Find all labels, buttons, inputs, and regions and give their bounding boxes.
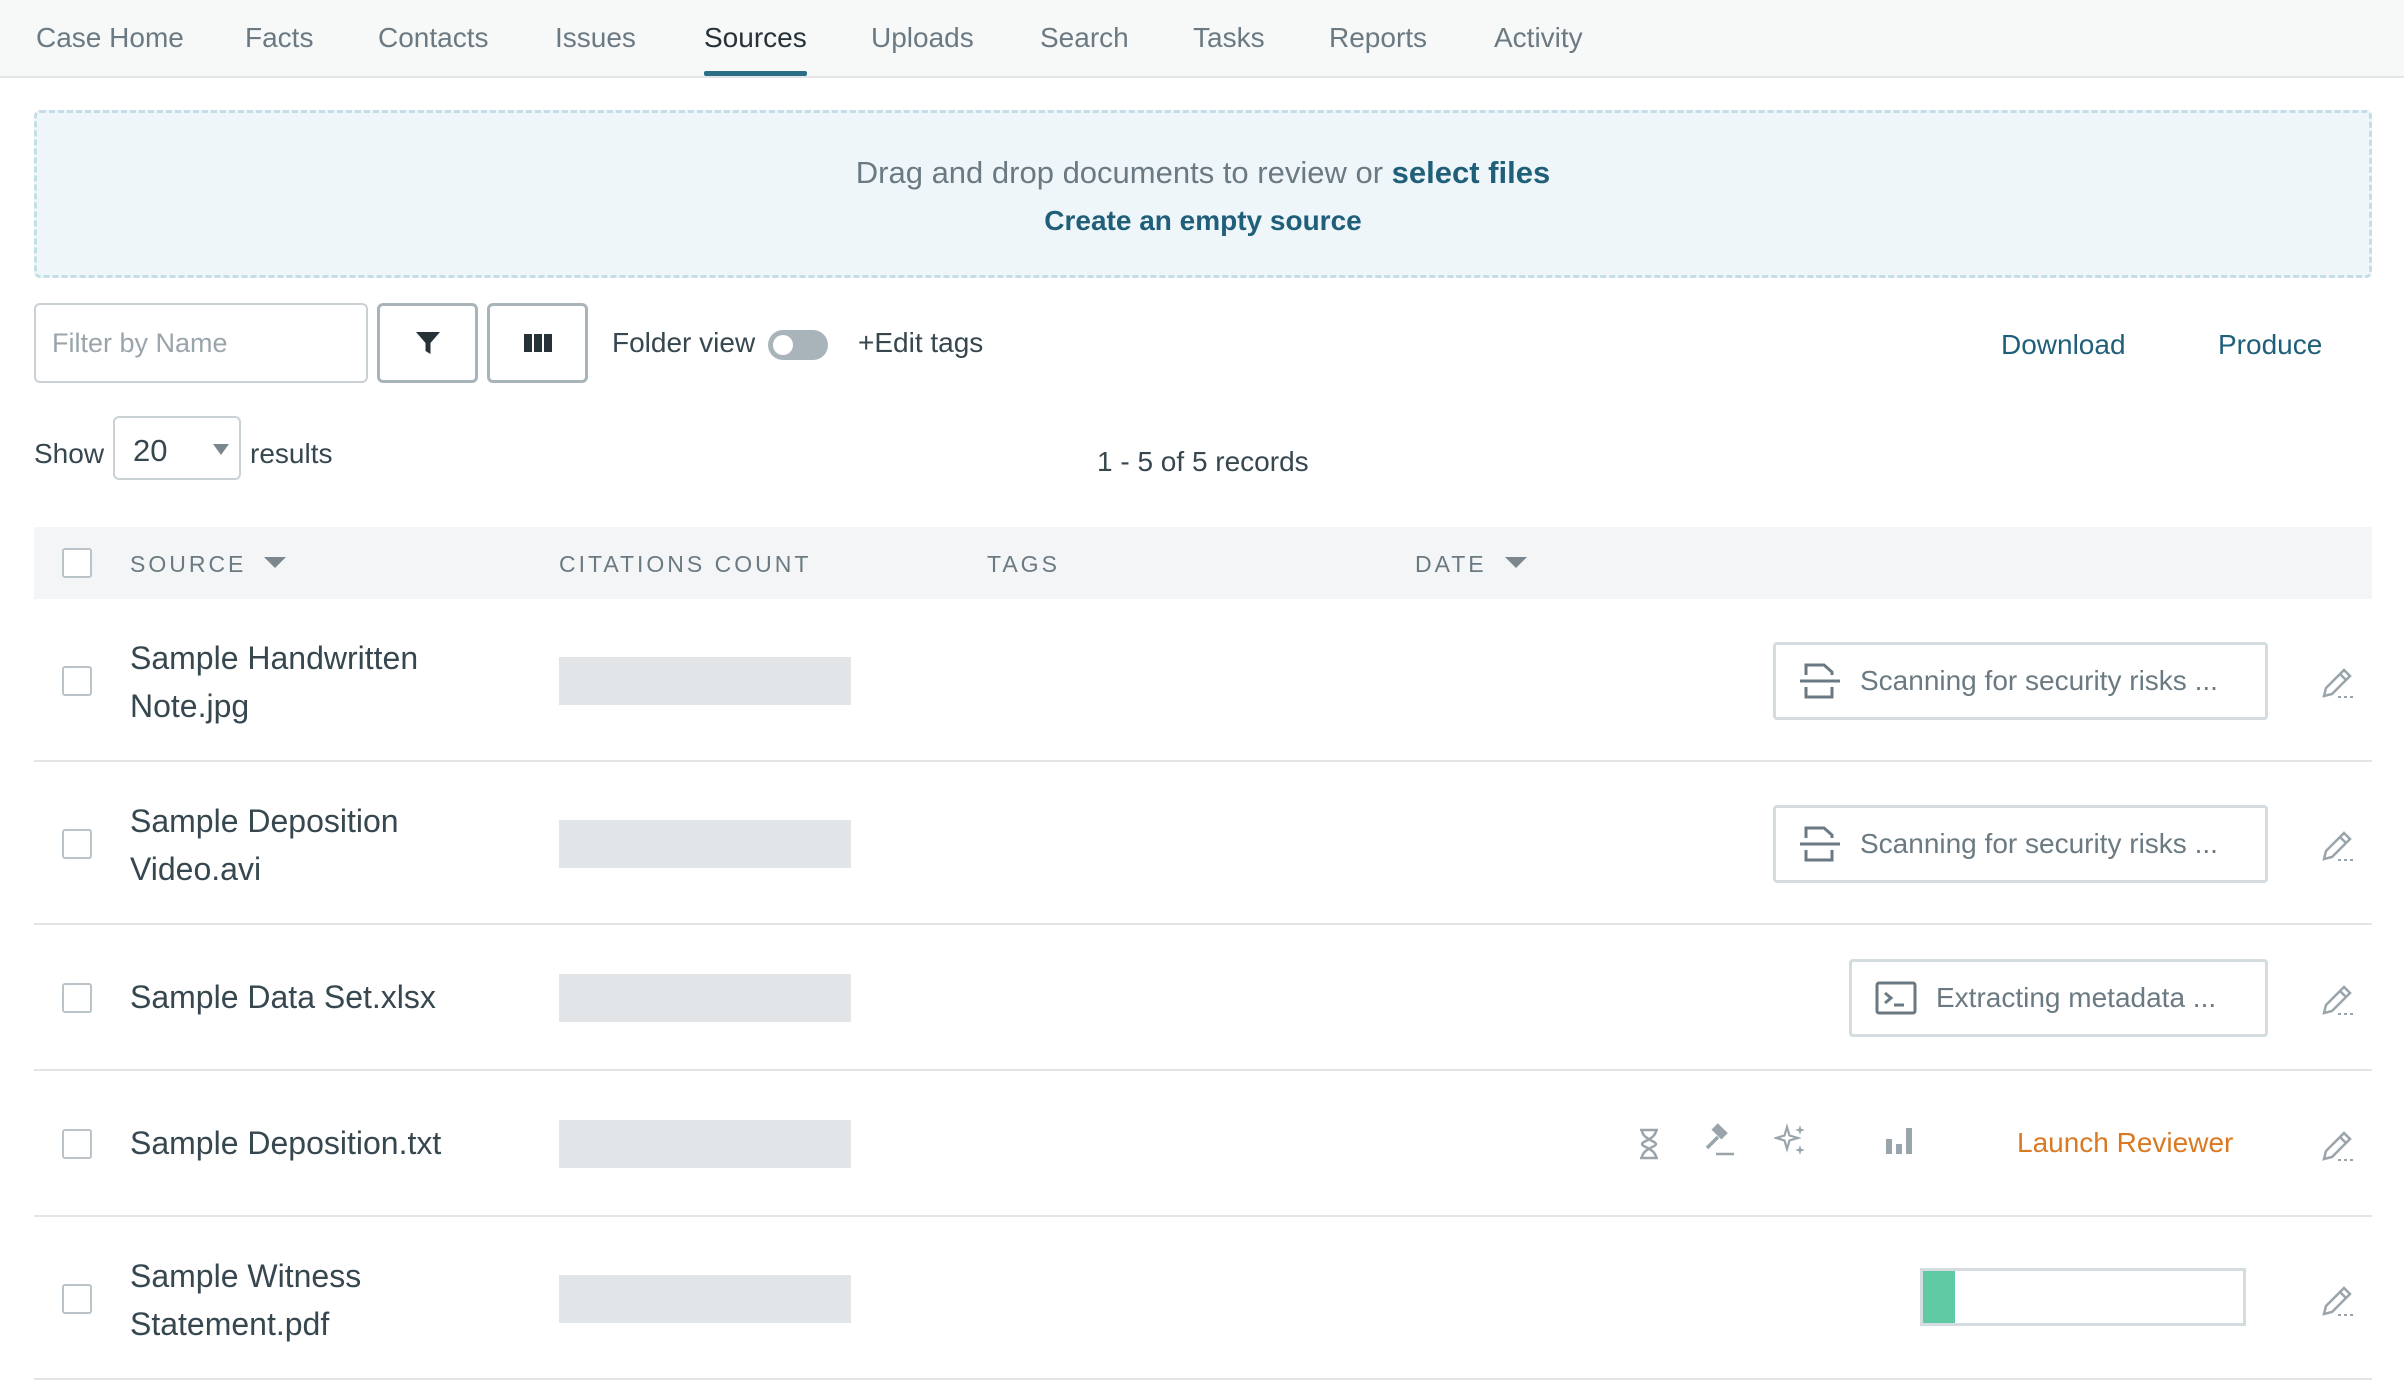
table-row: Sample Deposition.txt Launch Reviewer xyxy=(34,1071,2372,1217)
tab-issues[interactable]: Issues xyxy=(555,22,636,54)
citations-count-placeholder xyxy=(559,974,851,1022)
status-box: Extracting metadata ... xyxy=(1849,959,2268,1037)
source-name[interactable]: Sample Handwritten Note.jpg xyxy=(130,634,490,730)
columns-icon xyxy=(523,334,552,352)
scan-document-icon xyxy=(1800,663,1840,699)
page-size-select[interactable]: 20 xyxy=(113,416,241,480)
header-date[interactable]: DATE xyxy=(1415,551,1527,578)
status-box: Scanning for security risks ... xyxy=(1773,805,2268,883)
records-count: 1 - 5 of 5 records xyxy=(1097,446,1309,477)
top-navigation: Case Home Facts Contacts Issues Sources … xyxy=(0,0,2404,78)
pencil-edit-icon[interactable] xyxy=(2320,981,2356,1017)
header-source-label: SOURCE xyxy=(130,551,247,577)
tab-reports[interactable]: Reports xyxy=(1329,22,1427,54)
tab-case-home[interactable]: Case Home xyxy=(36,22,184,54)
source-name[interactable]: Sample Deposition Video.avi xyxy=(130,797,490,893)
tab-uploads[interactable]: Uploads xyxy=(871,22,974,54)
row-checkbox[interactable] xyxy=(62,666,92,696)
row-checkbox[interactable] xyxy=(62,1129,92,1159)
row-checkbox[interactable] xyxy=(62,983,92,1013)
tab-sources[interactable]: Sources xyxy=(704,22,807,54)
row-checkbox[interactable] xyxy=(62,829,92,859)
select-all-checkbox[interactable] xyxy=(62,548,92,578)
tab-search[interactable]: Search xyxy=(1040,22,1129,54)
table-header: SOURCE CITATIONS COUNT TAGS DATE xyxy=(34,527,2372,599)
launch-reviewer-button[interactable]: Launch Reviewer xyxy=(2017,1127,2233,1159)
row-checkbox[interactable] xyxy=(62,1284,92,1314)
create-source-line: Create an empty source xyxy=(37,205,2369,237)
table-row: Sample Handwritten Note.jpg Scanning for… xyxy=(34,599,2372,762)
terminal-icon xyxy=(1875,981,1917,1015)
header-date-label: DATE xyxy=(1415,551,1487,577)
gavel-icon[interactable] xyxy=(1702,1123,1736,1157)
citations-count-placeholder xyxy=(559,820,851,868)
chevron-down-icon xyxy=(213,444,229,455)
drop-instructions: Drag and drop documents to review or sel… xyxy=(37,155,2369,191)
pencil-edit-icon[interactable] xyxy=(2320,827,2356,863)
tab-contacts[interactable]: Contacts xyxy=(378,22,489,54)
tab-facts[interactable]: Facts xyxy=(245,22,313,54)
citations-count-placeholder xyxy=(559,657,851,705)
table-row: Sample Data Set.xlsx Extracting metadata… xyxy=(34,925,2372,1071)
filter-by-name-input[interactable] xyxy=(34,303,368,383)
filter-icon xyxy=(415,332,440,354)
pencil-edit-icon[interactable] xyxy=(2320,1127,2356,1163)
page-size-value: 20 xyxy=(133,433,168,468)
edit-tags-button[interactable]: +Edit tags xyxy=(858,327,983,359)
sort-caret-icon xyxy=(1504,557,1527,568)
show-label: Show xyxy=(34,438,105,469)
pencil-edit-icon[interactable] xyxy=(2320,664,2356,700)
active-tab-indicator xyxy=(704,71,807,76)
status-text: Scanning for security risks ... xyxy=(1860,828,2218,859)
columns-button[interactable] xyxy=(487,303,588,383)
filter-button[interactable] xyxy=(377,303,478,383)
toggle-knob xyxy=(773,335,793,355)
source-name[interactable]: Sample Witness Statement.pdf xyxy=(130,1252,490,1348)
create-empty-source-link[interactable]: Create an empty source xyxy=(1044,205,1361,236)
citations-count-placeholder xyxy=(559,1120,851,1168)
produce-button[interactable]: Produce xyxy=(2218,329,2322,361)
source-name[interactable]: Sample Deposition.txt xyxy=(130,1119,490,1167)
select-files-link[interactable]: select files xyxy=(1392,155,1551,190)
bar-chart-icon[interactable] xyxy=(1883,1123,1917,1157)
header-source[interactable]: SOURCE xyxy=(130,551,287,578)
header-citations-count: CITATIONS COUNT xyxy=(559,551,812,577)
source-name[interactable]: Sample Data Set.xlsx xyxy=(130,973,490,1021)
table-row: Sample Deposition Video.avi Scanning for… xyxy=(34,762,2372,925)
upload-progress-bar xyxy=(1920,1268,2246,1326)
folder-view-toggle[interactable] xyxy=(768,330,828,360)
sparkle-icon[interactable] xyxy=(1774,1123,1808,1157)
results-label: results xyxy=(250,438,333,469)
header-tags: TAGS xyxy=(987,551,1060,577)
tab-activity[interactable]: Activity xyxy=(1494,22,1583,54)
status-box: Scanning for security risks ... xyxy=(1773,642,2268,720)
scan-document-icon xyxy=(1800,826,1840,862)
pencil-edit-icon[interactable] xyxy=(2320,1282,2356,1318)
tab-tasks[interactable]: Tasks xyxy=(1193,22,1265,54)
sort-caret-icon xyxy=(264,557,287,568)
file-drop-zone[interactable]: Drag and drop documents to review or sel… xyxy=(34,110,2372,278)
folder-view-label: Folder view xyxy=(612,327,756,358)
progress-fill xyxy=(1923,1271,1955,1323)
citations-count-placeholder xyxy=(559,1275,851,1323)
drop-text: Drag and drop documents to review or xyxy=(855,155,1384,190)
download-button[interactable]: Download xyxy=(2001,329,2126,361)
status-text: Extracting metadata ... xyxy=(1936,982,2217,1013)
hourglass-icon[interactable] xyxy=(1632,1127,1666,1161)
status-text: Scanning for security risks ... xyxy=(1860,665,2218,696)
table-row: Sample Witness Statement.pdf xyxy=(34,1217,2372,1380)
